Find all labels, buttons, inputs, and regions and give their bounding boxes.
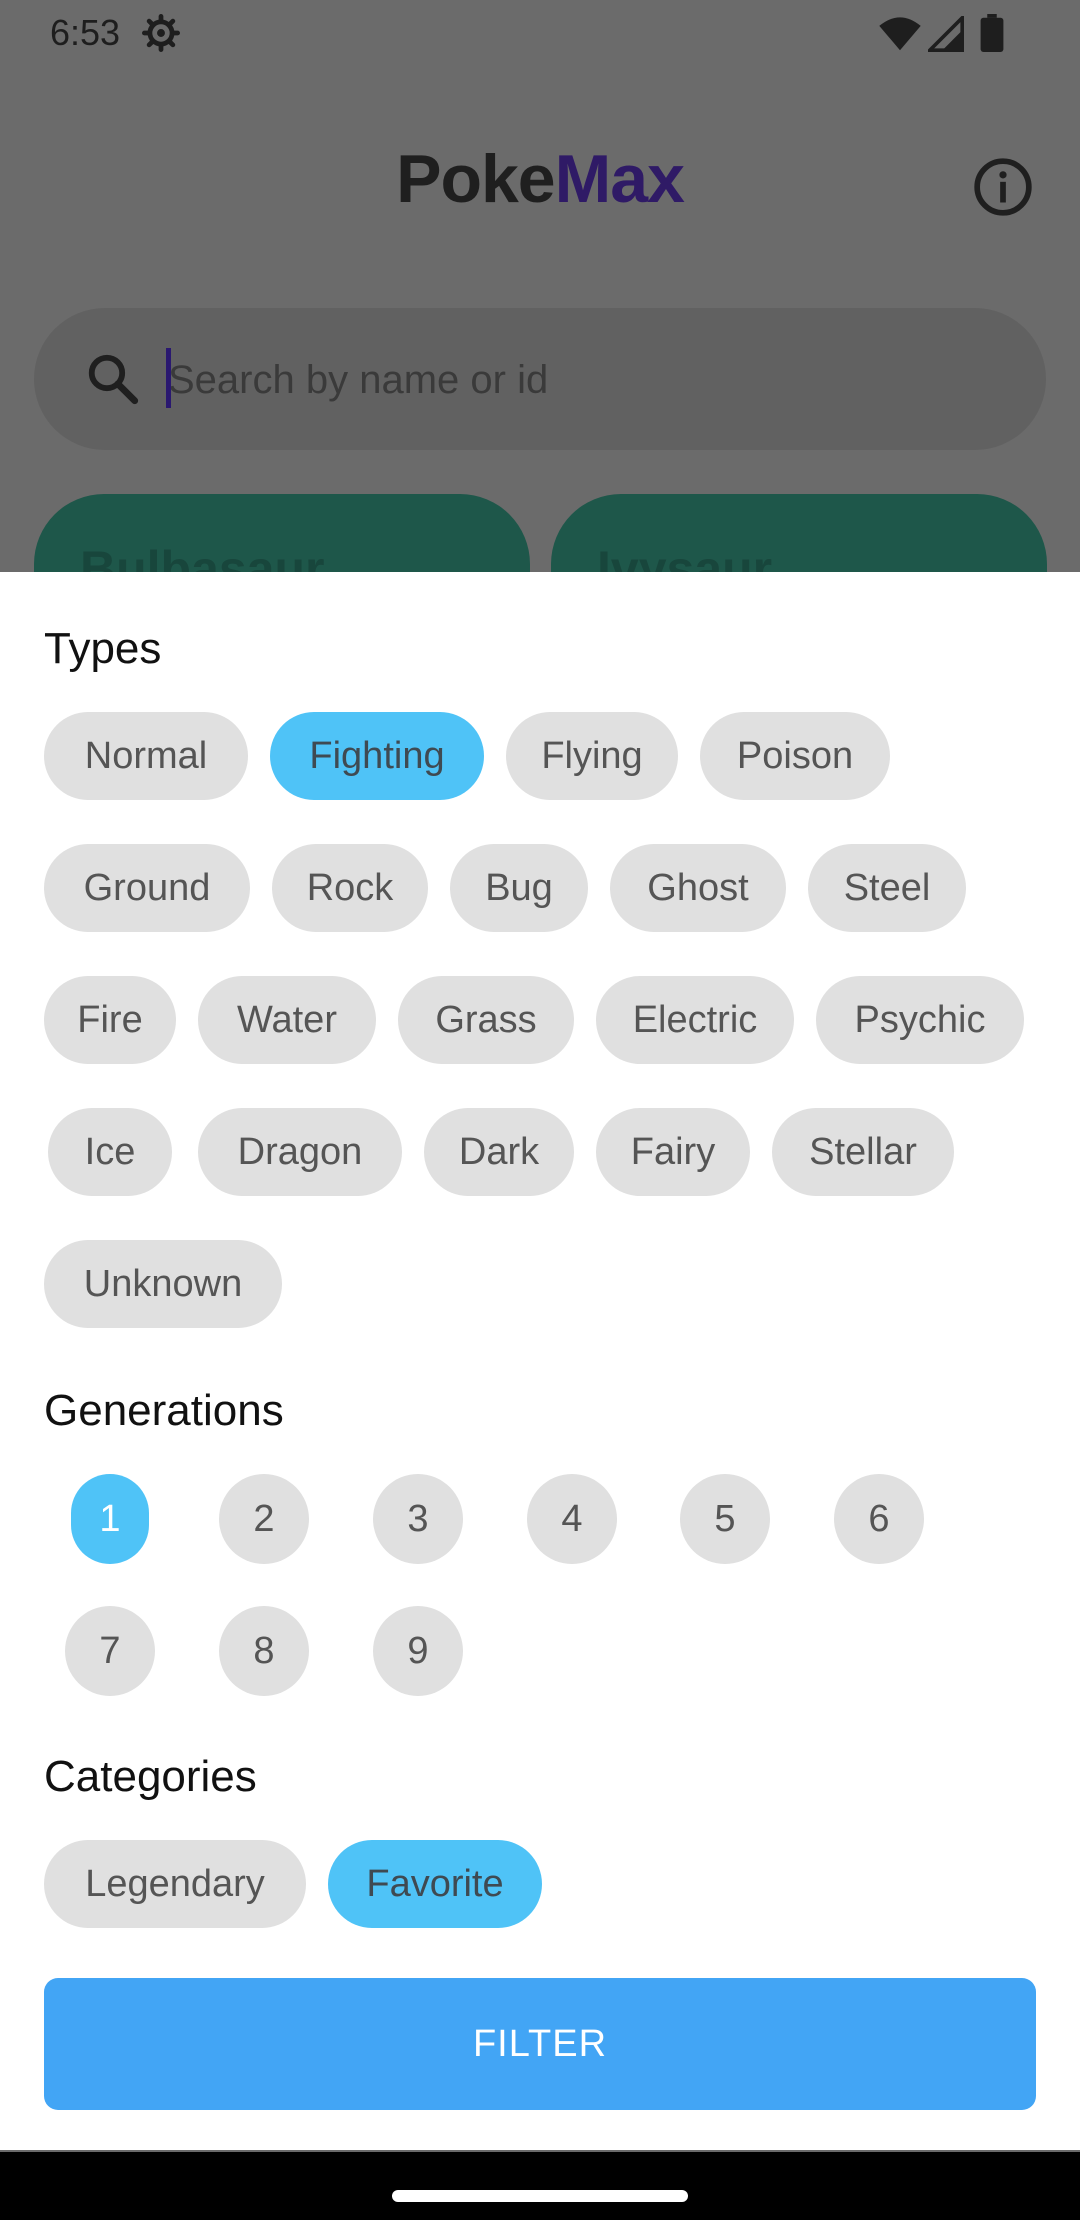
app-title-part-2: Max: [554, 141, 685, 217]
text-cursor: [166, 348, 171, 408]
type-chip-fighting[interactable]: Fighting: [270, 712, 484, 800]
app-title: PokeMax: [0, 140, 1080, 218]
type-chip-flying[interactable]: Flying: [506, 712, 678, 800]
category-chip-legendary[interactable]: Legendary: [44, 1840, 306, 1928]
app-title-part-1: Poke: [396, 141, 556, 217]
type-chip-bug[interactable]: Bug: [450, 844, 588, 932]
type-chip-poison[interactable]: Poison: [700, 712, 890, 800]
generations-section-title: Generations: [44, 1386, 284, 1435]
type-chip-water[interactable]: Water: [198, 976, 376, 1064]
filter-bottom-sheet: Types Normal Fighting Flying Poison Grou…: [0, 572, 1080, 2150]
type-chip-unknown[interactable]: Unknown: [44, 1240, 282, 1328]
categories-section-title: Categories: [44, 1752, 257, 1801]
generation-chip-6[interactable]: 6: [834, 1474, 924, 1564]
type-chip-dragon[interactable]: Dragon: [198, 1108, 402, 1196]
filter-button[interactable]: FILTER: [44, 1978, 1036, 2110]
generation-chip-4[interactable]: 4: [527, 1474, 617, 1564]
info-icon[interactable]: [972, 156, 1034, 218]
type-chip-normal[interactable]: Normal: [44, 712, 248, 800]
types-section-title: Types: [44, 624, 162, 673]
generation-chip-9[interactable]: 9: [373, 1606, 463, 1696]
status-time: 6:53: [50, 12, 121, 53]
navigation-bar: [0, 2152, 1080, 2220]
generation-chip-3[interactable]: 3: [373, 1474, 463, 1564]
search-icon: [88, 354, 139, 405]
generation-chip-5[interactable]: 5: [680, 1474, 770, 1564]
status-bar: 6:53: [0, 0, 1080, 68]
search-bar[interactable]: [34, 308, 1046, 450]
generation-chip-2[interactable]: 2: [219, 1474, 309, 1564]
generation-chip-8[interactable]: 8: [219, 1606, 309, 1696]
type-chip-electric[interactable]: Electric: [596, 976, 794, 1064]
type-chip-steel[interactable]: Steel: [808, 844, 966, 932]
type-chip-fire[interactable]: Fire: [44, 976, 176, 1064]
type-chip-stellar[interactable]: Stellar: [772, 1108, 954, 1196]
category-chip-favorite[interactable]: Favorite: [328, 1840, 542, 1928]
settings-icon: [142, 14, 180, 52]
wifi-icon: [879, 17, 921, 51]
generation-chip-1[interactable]: 1: [71, 1474, 149, 1564]
signal-icon: [928, 16, 964, 52]
type-chip-dark[interactable]: Dark: [424, 1108, 574, 1196]
type-chip-rock[interactable]: Rock: [272, 844, 428, 932]
battery-icon: [980, 14, 1004, 52]
type-chip-ghost[interactable]: Ghost: [610, 844, 786, 932]
generation-chip-7[interactable]: 7: [65, 1606, 155, 1696]
app-background: [0, 0, 1080, 572]
type-chip-grass[interactable]: Grass: [398, 976, 574, 1064]
type-chip-psychic[interactable]: Psychic: [816, 976, 1024, 1064]
search-input[interactable]: [166, 344, 990, 416]
type-chip-fairy[interactable]: Fairy: [596, 1108, 750, 1196]
type-chip-ice[interactable]: Ice: [48, 1108, 172, 1196]
home-indicator[interactable]: [392, 2190, 688, 2202]
type-chip-ground[interactable]: Ground: [44, 844, 250, 932]
